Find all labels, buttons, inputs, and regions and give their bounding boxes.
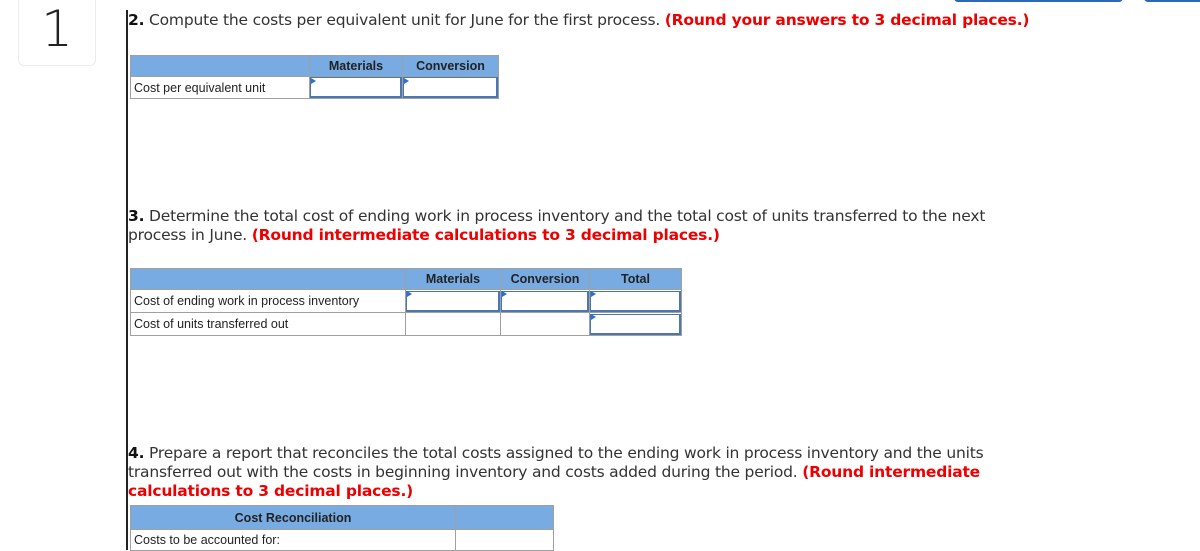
empty-cell bbox=[405, 312, 501, 336]
part3-instruction: (Round intermediate calculations to 3 de… bbox=[251, 226, 720, 244]
top-button-1[interactable] bbox=[954, 0, 1123, 2]
ending-wip-materials-input[interactable] bbox=[406, 290, 500, 312]
row-label: Costs to be accounted for: bbox=[130, 529, 456, 551]
ending-wip-total-input[interactable] bbox=[590, 290, 681, 312]
part2-instruction: (Round your answers to 3 decimal places.… bbox=[664, 11, 1030, 29]
table-row: Cost of ending work in process inventory bbox=[130, 289, 682, 313]
part2-prompt: 2. Compute the costs per equivalent unit… bbox=[128, 11, 1178, 30]
top-button-2[interactable] bbox=[1144, 0, 1200, 2]
header-blank bbox=[130, 268, 406, 290]
total-cell bbox=[589, 312, 682, 336]
header-amount bbox=[455, 505, 554, 530]
part4-prompt: 4. Prepare a report that reconciles the … bbox=[128, 444, 1048, 501]
cost-per-eu-conversion-input[interactable] bbox=[403, 77, 498, 98]
empty-cell bbox=[500, 312, 590, 336]
table-row: Cost of units transferred out bbox=[130, 312, 682, 336]
table-header-row: Cost Reconciliation bbox=[130, 505, 554, 530]
header-blank bbox=[130, 55, 310, 77]
part2-table: Materials Conversion Cost per equivalent… bbox=[130, 55, 499, 99]
part3-table: Materials Conversion Total Cost of endin… bbox=[130, 268, 682, 336]
table-row: Costs to be accounted for: bbox=[130, 529, 554, 551]
header-cost-reconciliation: Cost Reconciliation bbox=[130, 505, 456, 530]
empty-cell bbox=[455, 529, 554, 551]
header-conversion: Conversion bbox=[500, 268, 590, 290]
table-row: Cost per equivalent unit bbox=[130, 76, 499, 99]
header-conversion: Conversion bbox=[402, 55, 499, 77]
part4-number: 4. bbox=[128, 444, 145, 462]
cost-per-eu-materials-input[interactable] bbox=[310, 77, 402, 98]
part4-table: Cost Reconciliation Costs to be accounte… bbox=[130, 505, 554, 551]
total-cell bbox=[589, 289, 682, 313]
ending-wip-conversion-input[interactable] bbox=[501, 290, 589, 312]
conversion-cell bbox=[500, 289, 590, 313]
row-label: Cost of ending work in process inventory bbox=[130, 289, 406, 313]
conversion-cell bbox=[402, 76, 499, 99]
part2-number: 2. bbox=[128, 11, 145, 29]
header-materials: Materials bbox=[309, 55, 403, 77]
part3-number: 3. bbox=[128, 207, 145, 225]
part3-prompt: 3. Determine the total cost of ending wo… bbox=[128, 207, 998, 245]
header-materials: Materials bbox=[405, 268, 501, 290]
header-total: Total bbox=[589, 268, 682, 290]
transferred-out-total-input[interactable] bbox=[590, 313, 681, 335]
table-header-row: Materials Conversion bbox=[130, 55, 499, 77]
part2-text: Compute the costs per equivalent unit fo… bbox=[144, 11, 665, 29]
materials-cell bbox=[405, 289, 501, 313]
question-number: 1 bbox=[41, 0, 73, 58]
question-number-badge: 1 bbox=[18, 0, 96, 66]
materials-cell bbox=[309, 76, 403, 99]
table-header-row: Materials Conversion Total bbox=[130, 268, 682, 290]
row-label: Cost of units transferred out bbox=[130, 312, 406, 336]
row-label: Cost per equivalent unit bbox=[130, 76, 310, 99]
